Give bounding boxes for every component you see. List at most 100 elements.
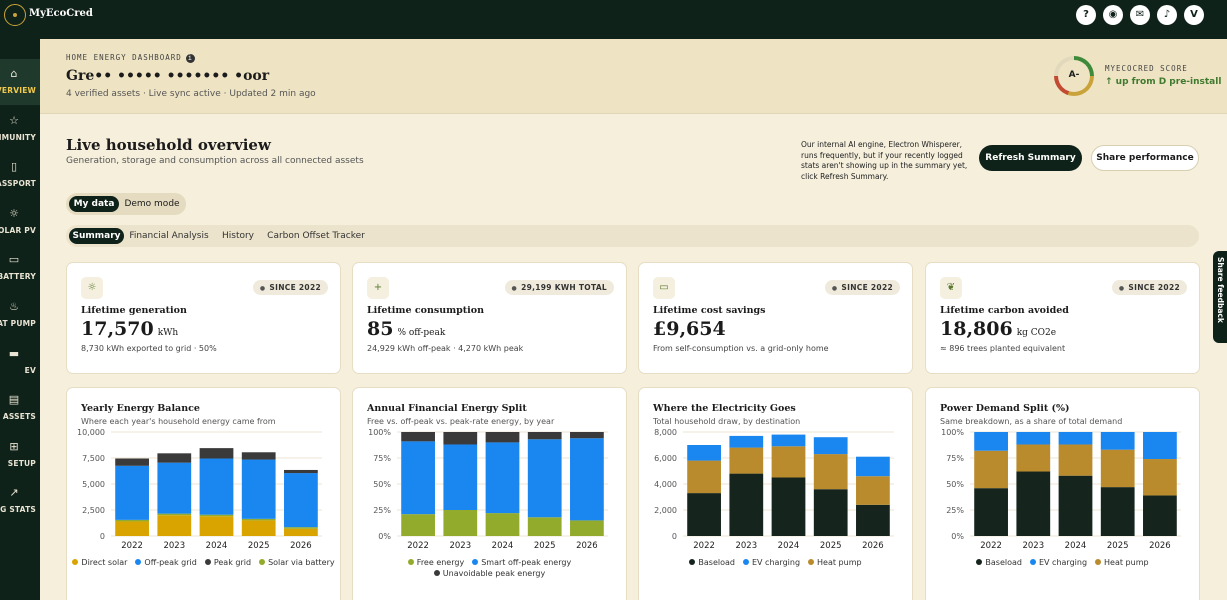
legend-label: EV charging: [1038, 558, 1088, 567]
legend-item[interactable]: Baseload: [689, 557, 735, 568]
legend-item[interactable]: Peak grid: [204, 557, 251, 568]
bar-segment-free-energy: [401, 514, 435, 536]
legend-item[interactable]: Unavoidable peak energy: [433, 568, 546, 579]
sidebar-item-heat-pump[interactable]: ♨ HEAT PUMP: [0, 292, 40, 338]
sidebar-item-assets[interactable]: ▤ ASSETS: [0, 385, 40, 431]
bar-segment-heat-pump: [974, 450, 1008, 489]
chart-card-1: Yearly Energy Balance Where each year's h…: [66, 387, 341, 600]
sidebar-item-setup[interactable]: ⊞ SETUP: [0, 432, 40, 478]
y-tick-label: 100%: [368, 428, 391, 437]
feedback-tab[interactable]: Share feedback: [1213, 251, 1227, 343]
legend-label: Heat pump: [817, 558, 862, 567]
sidebar-item-label: SOLAR PV: [0, 225, 36, 235]
legend-label: Smart off-peak energy: [481, 558, 572, 567]
sidebar-item-battery[interactable]: ▭ BATTERY: [0, 245, 40, 291]
bar-segment-direct-solar: [157, 515, 192, 536]
refresh-summary-button[interactable]: Refresh Summary: [979, 145, 1082, 171]
x-tick-label: 2025: [820, 541, 842, 551]
bar-segment-baseload: [813, 489, 848, 536]
bar-segment-solar-via-battery: [115, 519, 149, 522]
chart-card-4: Power Demand Split (%) Same breakdown, as…: [925, 387, 1200, 600]
sidebar-item-label: EV: [24, 365, 36, 375]
legend-item[interactable]: Solar via battery: [259, 557, 335, 568]
legend-label: Unavoidable peak energy: [442, 569, 546, 578]
feedback-label[interactable]: Share feedback: [1213, 257, 1227, 323]
tab-carbon-offset-tracker[interactable]: Carbon Offset Tracker: [266, 228, 366, 244]
legend-label: Solar via battery: [268, 558, 335, 567]
ai-note: Our internal AI engine, Electron Whisper…: [801, 140, 968, 181]
bar-segment-peak-grid: [199, 448, 234, 459]
stat-subtext: From self-consumption vs. a grid-only ho…: [653, 344, 829, 353]
assets-icon: ▤: [8, 393, 20, 407]
stat-subtext: 8,730 kWh exported to grid · 50%: [81, 344, 217, 353]
bar-segment-peak-grid: [284, 469, 318, 474]
legend-label: Baseload: [985, 558, 1022, 567]
chart-title: Where the Electricity Goes: [653, 403, 796, 414]
bell-icon[interactable]: ♪: [1157, 5, 1177, 25]
sidebar-item-passport[interactable]: ▯ PASSPORT: [0, 152, 40, 198]
bar-segment-smart-off-peak-energy: [570, 438, 604, 521]
avatar[interactable]: V: [1184, 5, 1204, 25]
legend-item[interactable]: Off-peak grid: [135, 557, 197, 568]
legend-item[interactable]: Baseload: [976, 557, 1022, 568]
stat-subtext: 24,929 kWh off-peak · 4,270 kWh peak: [367, 344, 524, 353]
tab-financial-analysis[interactable]: Financial Analysis: [128, 228, 210, 244]
legend-item[interactable]: Direct solar: [72, 557, 127, 568]
sidebar-item-label: OVERVIEW: [0, 86, 36, 95]
info-icon[interactable]: i: [185, 54, 195, 63]
y-tick-label: 100%: [941, 428, 964, 437]
demo-mode-option[interactable]: Demo mode: [121, 196, 183, 212]
x-tick-label: 2022: [407, 541, 429, 551]
legend-swatch: [259, 559, 266, 565]
x-tick-label: 2022: [980, 541, 1002, 551]
legend-item[interactable]: EV charging: [742, 557, 800, 568]
chat-icon[interactable]: ✉: [1130, 5, 1150, 25]
x-tick-label: 2023: [163, 541, 185, 551]
battery-icon: ▭: [8, 253, 20, 267]
bar-segment-heat-pump: [687, 460, 721, 494]
bar-segment-free-energy: [485, 513, 520, 536]
legend-swatch: [808, 559, 815, 565]
help-icon[interactable]: ?: [1076, 5, 1096, 25]
legend-item[interactable]: Free energy: [407, 557, 464, 568]
logo-icon[interactable]: [4, 4, 26, 26]
x-tick-label: 2023: [449, 541, 471, 551]
legend-item[interactable]: EV charging: [1029, 557, 1088, 568]
x-tick-label: 2022: [121, 541, 143, 551]
tab-history[interactable]: History: [216, 228, 260, 244]
page-subtitle: Generation, storage and consumption acro…: [66, 156, 364, 166]
share-performance-button[interactable]: Share performance: [1091, 145, 1199, 171]
stat-card-lifetime-generation: ☼ SINCE 2022 Lifetime generation 17,570kWh 8…: [66, 262, 341, 374]
legend-item[interactable]: Smart off-peak energy: [472, 557, 571, 568]
heat-pump-icon: ♨: [9, 300, 19, 313]
bar-segment-ev-charging: [771, 434, 806, 447]
wallet-icon: ▭: [653, 277, 675, 299]
compass-icon[interactable]: ◉: [1103, 5, 1123, 25]
bar-segment-heat-pump: [1100, 449, 1135, 488]
legend-item[interactable]: Heat pump: [1095, 557, 1149, 568]
chart-legend: Baseload EV charging Heat pump: [639, 557, 912, 568]
sun-icon: ☼: [9, 206, 19, 220]
tab-summary[interactable]: Summary: [69, 228, 124, 244]
page-title: Live household overview: [66, 136, 271, 154]
x-tick-label: 2024: [492, 541, 514, 551]
stat-value: 85% off-peak: [367, 318, 445, 340]
sidebar-item-community[interactable]: ☆ COMMUNITY: [0, 106, 40, 152]
legend-label: Heat pump: [1104, 558, 1149, 567]
chart-title: Power Demand Split (%): [940, 403, 1070, 414]
bar-segment-smart-off-peak-energy: [443, 444, 478, 510]
sidebar-item-solar-pv[interactable]: ☼ SOLAR PV: [0, 199, 40, 245]
chart-title: Yearly Energy Balance: [81, 403, 200, 414]
stat-number: 85: [367, 318, 394, 340]
sidebar-item-overview[interactable]: ⌂ OVERVIEW: [0, 59, 40, 105]
bar-segment-unavoidable-peak-energy: [401, 432, 435, 442]
sidebar-item-log-stats[interactable]: ↗ LOG STATS: [0, 478, 40, 524]
sidebar-item-ev[interactable]: ▬ EV: [0, 339, 40, 385]
sidebar-item-label: COMMUNITY: [0, 132, 36, 142]
app-logo[interactable]: MyEcoCred: [29, 8, 93, 19]
sun-icon: ☼: [81, 277, 103, 299]
legend-item[interactable]: Heat pump: [808, 557, 862, 568]
my-data-option[interactable]: My data: [69, 196, 119, 212]
bar-segment-direct-solar: [115, 521, 149, 536]
trophy-icon: ☆: [9, 113, 19, 127]
